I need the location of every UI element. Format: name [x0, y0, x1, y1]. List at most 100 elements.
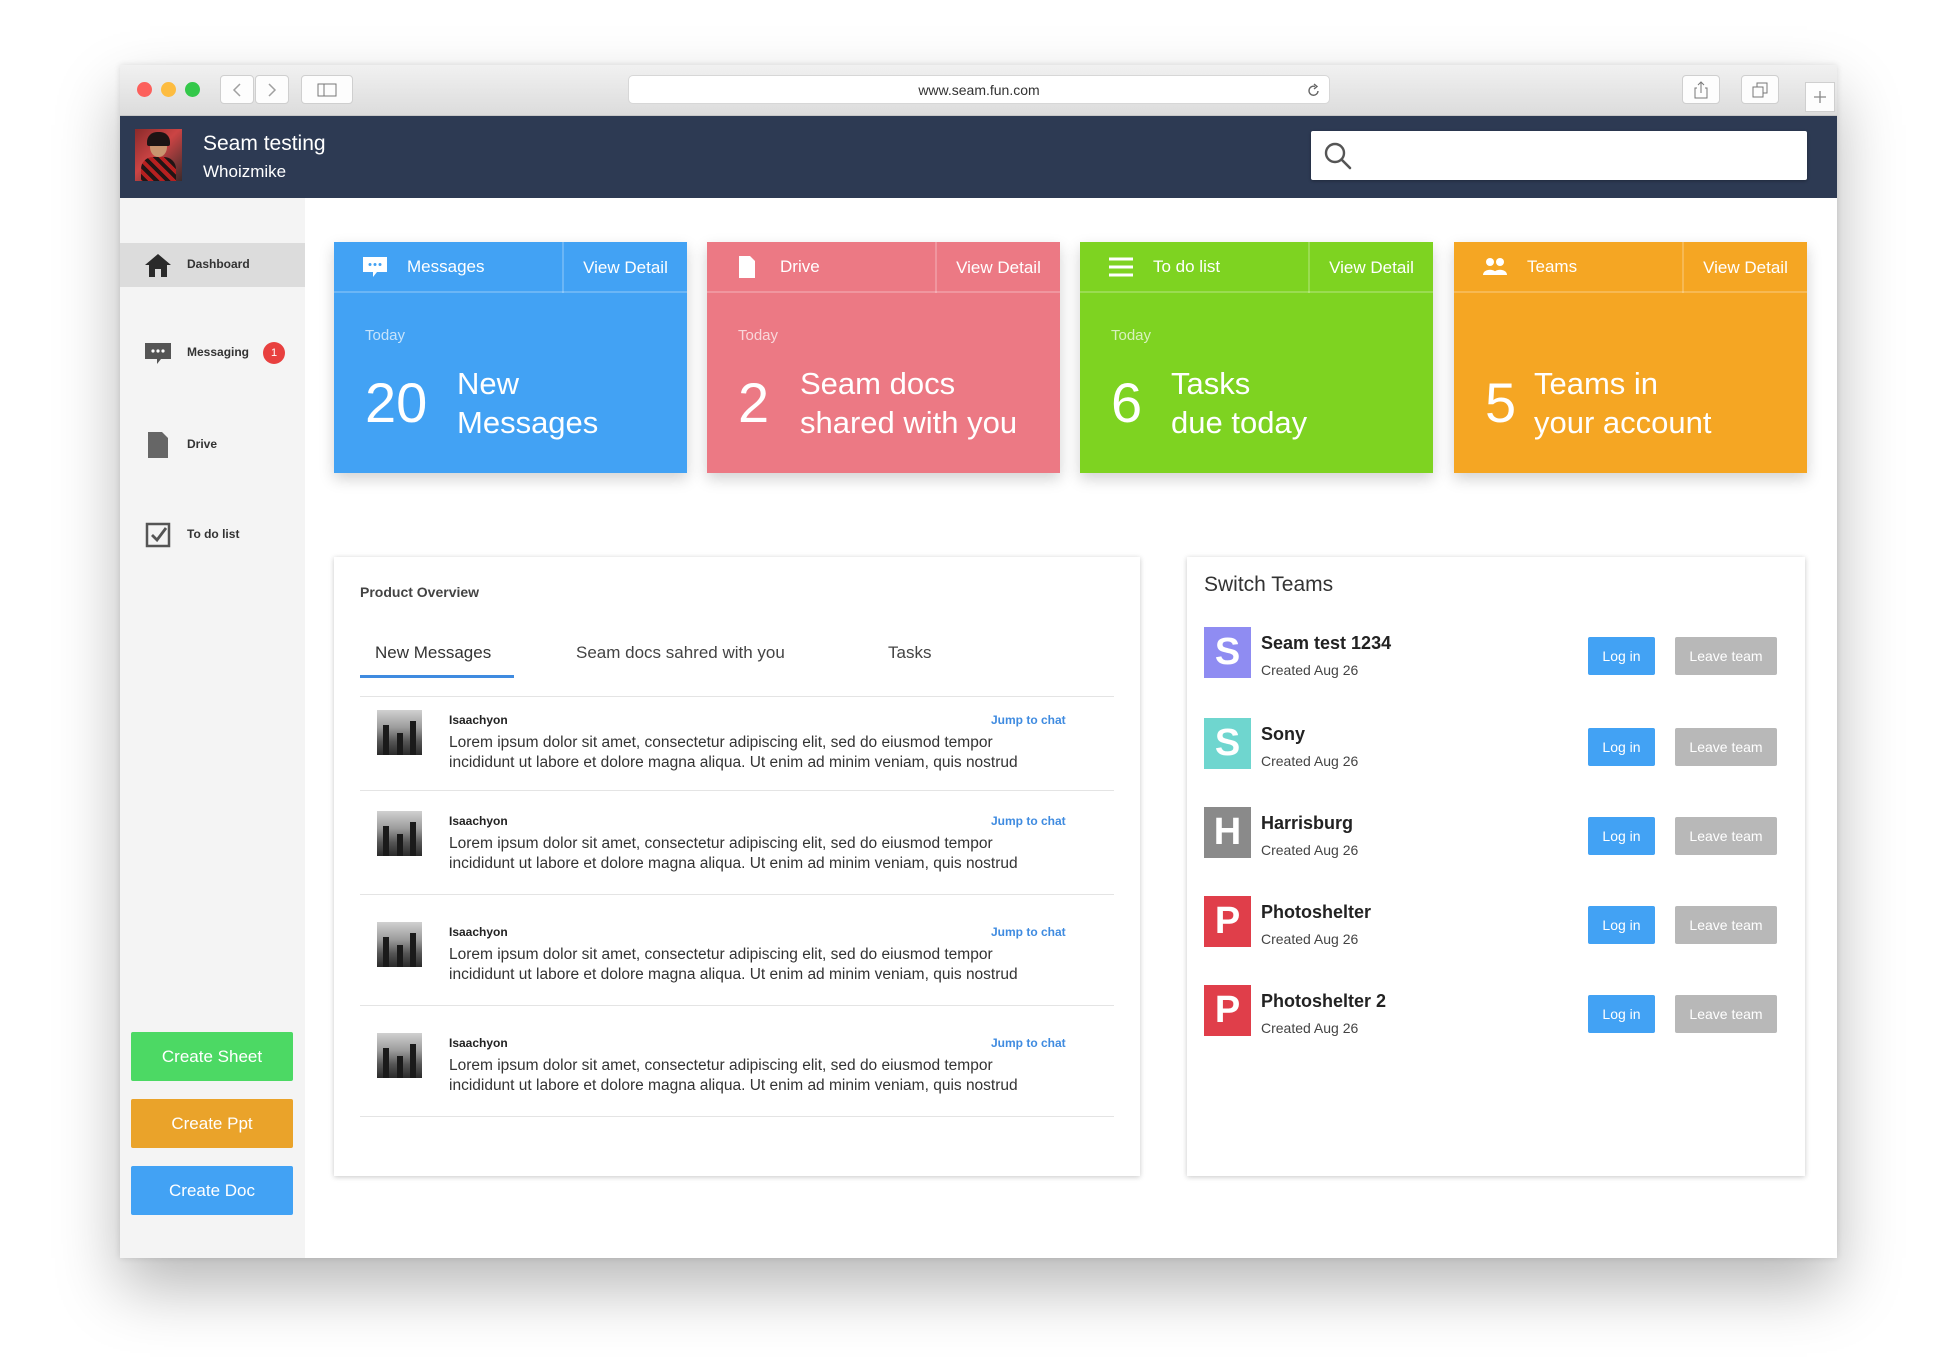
- create-doc-button[interactable]: Create Doc: [131, 1166, 293, 1215]
- app-header: Seam testing Whoizmike: [120, 116, 1837, 198]
- leave-team-button[interactable]: Leave team: [1675, 728, 1777, 766]
- card-description-line: shared with you: [800, 405, 1018, 440]
- plus-icon: [1814, 91, 1826, 103]
- card-header: To do list View Detail: [1080, 242, 1433, 293]
- search-input[interactable]: [1365, 139, 1785, 172]
- message-author: Isaachyon: [449, 814, 508, 828]
- card-description-line: your account: [1534, 405, 1712, 440]
- sidebar-item-label: To do list: [187, 527, 240, 541]
- card-description: New Messages: [457, 364, 598, 442]
- tabs-overview-button[interactable]: [1741, 75, 1779, 104]
- back-button[interactable]: [220, 75, 254, 104]
- log-in-button[interactable]: Log in: [1588, 728, 1655, 766]
- new-tab-button[interactable]: [1805, 82, 1835, 112]
- card-label: Drive: [780, 257, 820, 276]
- browser-toolbar: www.seam.fun.com: [120, 65, 1837, 116]
- jump-to-chat-link[interactable]: Jump to chat: [991, 1036, 1066, 1050]
- list-item[interactable]: Isaachyon Jump to chat Lorem ipsum dolor…: [360, 697, 1114, 791]
- team-created-date: Created Aug 26: [1261, 842, 1359, 858]
- card-description: Seam docs shared with you: [800, 364, 1017, 442]
- document-icon: [144, 431, 172, 459]
- card-label: Teams: [1527, 257, 1578, 276]
- create-ppt-button[interactable]: Create Ppt: [131, 1099, 293, 1148]
- jump-to-chat-link[interactable]: Jump to chat: [991, 713, 1066, 727]
- tab-new-messages[interactable]: New Messages: [375, 643, 491, 663]
- sidebar-item-drive[interactable]: Drive: [120, 423, 305, 467]
- log-in-button[interactable]: Log in: [1588, 995, 1655, 1033]
- panel-title: Product Overview: [360, 584, 480, 600]
- message-text-line: incididunt ut labore et dolore magna ali…: [449, 855, 1018, 872]
- list-item[interactable]: Isaachyon Jump to chat Lorem ipsum dolor…: [360, 895, 1114, 1006]
- sidebar-item-todo[interactable]: To do list: [120, 513, 305, 557]
- view-detail-link[interactable]: View Detail: [1310, 242, 1433, 293]
- message-text: Lorem ipsum dolor sit amet, consectetur …: [449, 733, 1059, 773]
- panel-title: Switch Teams: [1204, 573, 1334, 596]
- forward-button[interactable]: [255, 75, 289, 104]
- sidebar-toggle-button[interactable]: [301, 75, 353, 104]
- sidebar-item-label: Dashboard: [187, 257, 250, 271]
- team-name: Photoshelter: [1261, 902, 1372, 922]
- message-thumbnail: [377, 922, 422, 967]
- chat-icon: [144, 339, 172, 367]
- log-in-button[interactable]: Log in: [1588, 637, 1655, 675]
- message-thumbnail: [377, 811, 422, 856]
- log-in-button[interactable]: Log in: [1588, 906, 1655, 944]
- home-icon: [144, 251, 172, 279]
- tabs-icon: [1752, 82, 1768, 97]
- list-item[interactable]: Isaachyon Jump to chat Lorem ipsum dolor…: [360, 1006, 1114, 1117]
- leave-team-button[interactable]: Leave team: [1675, 995, 1777, 1033]
- view-detail-link[interactable]: View Detail: [1684, 242, 1807, 293]
- leave-team-button[interactable]: Leave team: [1675, 817, 1777, 855]
- leave-team-button[interactable]: Leave team: [1675, 906, 1777, 944]
- card-header: Teams View Detail: [1454, 242, 1807, 293]
- team-logo: P: [1204, 896, 1251, 947]
- jump-to-chat-link[interactable]: Jump to chat: [991, 814, 1066, 828]
- tab-seam-docs[interactable]: Seam docs sahred with you: [576, 643, 785, 663]
- chevron-left-icon: [232, 82, 241, 97]
- list-item[interactable]: Isaachyon Jump to chat Lorem ipsum dolor…: [360, 791, 1114, 895]
- avatar[interactable]: [135, 129, 182, 181]
- team-row: H Harrisburg Created Aug 26 Log in Leave…: [1204, 807, 1784, 877]
- leave-team-button[interactable]: Leave team: [1675, 637, 1777, 675]
- reload-icon[interactable]: [1307, 82, 1321, 98]
- jump-to-chat-link[interactable]: Jump to chat: [991, 925, 1066, 939]
- card-description-line: Seam docs: [800, 366, 956, 401]
- team-created-date: Created Aug 26: [1261, 662, 1359, 678]
- view-detail-link[interactable]: View Detail: [564, 242, 687, 293]
- message-author: Isaachyon: [449, 713, 508, 727]
- team-name: Sony: [1261, 724, 1306, 744]
- message-author: Isaachyon: [449, 1036, 508, 1050]
- sidebar-item-messaging[interactable]: Messaging 1: [120, 331, 305, 375]
- message-text-line: incididunt ut labore et dolore magna ali…: [449, 1077, 1018, 1094]
- share-button[interactable]: [1682, 75, 1720, 104]
- card-count: 6: [1111, 371, 1143, 434]
- team-row: S Seam test 1234 Created Aug 26 Log in L…: [1204, 627, 1784, 697]
- card-description-line: due today: [1171, 405, 1308, 440]
- search-box: [1311, 131, 1807, 180]
- view-detail-link[interactable]: View Detail: [937, 242, 1060, 293]
- list-icon: [1109, 257, 1133, 277]
- close-window-button[interactable]: [137, 82, 152, 97]
- message-text-line: incididunt ut labore et dolore magna ali…: [449, 966, 1018, 983]
- document-icon: [739, 256, 755, 278]
- create-sheet-button[interactable]: Create Sheet: [131, 1032, 293, 1081]
- chat-icon: [363, 257, 387, 277]
- card-period: Today: [738, 327, 779, 344]
- card-description-line: Teams in: [1534, 366, 1659, 401]
- log-in-button[interactable]: Log in: [1588, 817, 1655, 855]
- search-icon[interactable]: [1323, 141, 1353, 171]
- switch-teams-panel: Switch Teams S Seam test 1234 Created Au…: [1187, 557, 1805, 1176]
- card-description-line: Messages: [457, 405, 599, 440]
- team-logo: S: [1204, 627, 1251, 678]
- team-row: S Sony Created Aug 26 Log in Leave team: [1204, 718, 1784, 788]
- card-count: 20: [365, 371, 428, 434]
- zoom-window-button[interactable]: [185, 82, 200, 97]
- minimize-window-button[interactable]: [161, 82, 176, 97]
- sidebar-item-dashboard[interactable]: Dashboard: [120, 243, 305, 287]
- chevron-right-icon: [268, 82, 277, 97]
- tab-tasks[interactable]: Tasks: [888, 643, 931, 663]
- address-bar[interactable]: www.seam.fun.com: [628, 75, 1330, 104]
- card-header: Drive View Detail: [707, 242, 1060, 293]
- messages-card: Messages View Detail Today 20 New Messag…: [334, 242, 687, 473]
- card-label: To do list: [1153, 257, 1221, 276]
